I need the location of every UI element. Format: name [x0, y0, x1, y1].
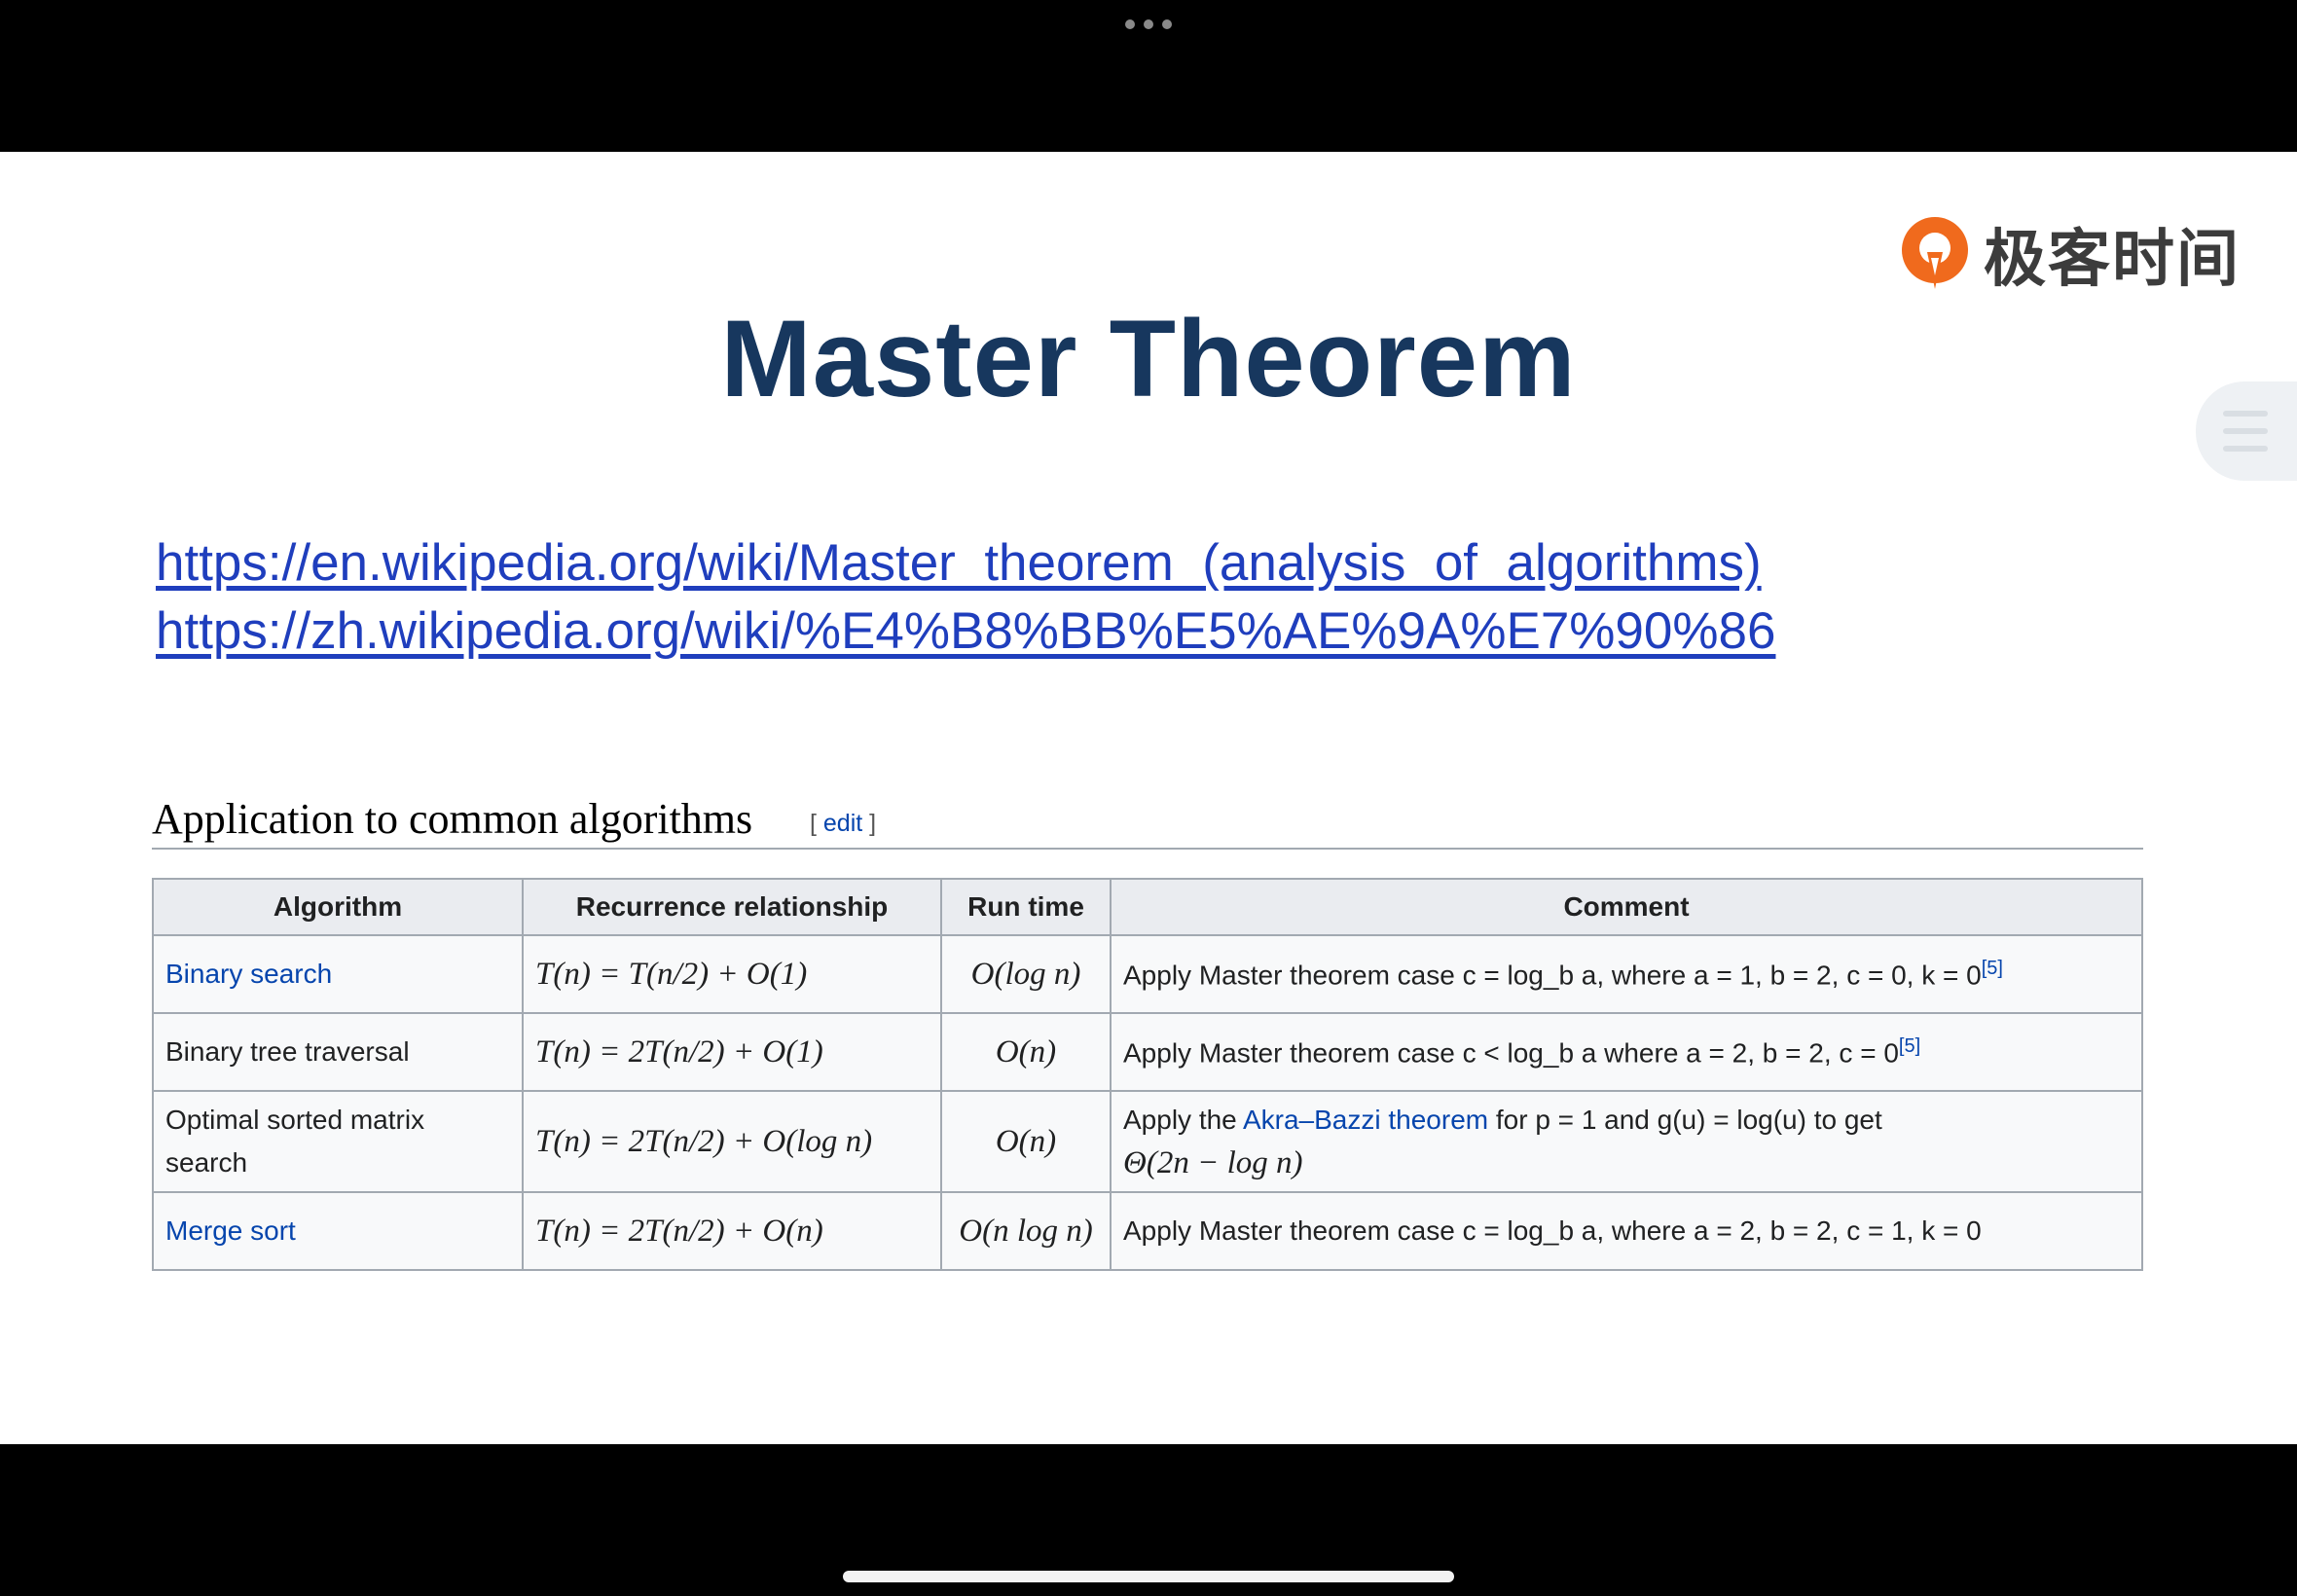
algorithms-table: Algorithm Recurrence relationship Run ti… [152, 878, 2143, 1271]
algorithm-link[interactable]: Binary search [152, 934, 524, 1014]
reference-link[interactable]: [5] [1899, 1035, 1920, 1057]
geektime-logo-icon [1902, 217, 1968, 289]
top-system-bar [0, 0, 2297, 152]
wikipedia-link-zh[interactable]: https://zh.wikipedia.org/wiki/%E4%B8%BB%… [156, 601, 1775, 661]
table-row: Optimal sorted matrix search T(n) = 2T(n… [152, 1090, 2143, 1193]
wikipedia-link-en[interactable]: https://en.wikipedia.org/wiki/Master_the… [156, 533, 1762, 593]
runtime-cell: O(n log n) [940, 1191, 1112, 1271]
comment-cell: Apply Master theorem case c < log_b a wh… [1110, 1012, 2143, 1092]
section-title: Application to common algorithms [152, 795, 753, 843]
header-comment: Comment [1110, 878, 2143, 936]
table-row: Binary tree traversal T(n) = 2T(n/2) + O… [152, 1012, 2143, 1092]
recurrence-cell: T(n) = 2T(n/2) + O(1) [522, 1012, 942, 1092]
recurrence-cell: T(n) = 2T(n/2) + O(log n) [522, 1090, 942, 1193]
more-options-icon[interactable] [1125, 18, 1172, 31]
recurrence-cell: T(n) = 2T(n/2) + O(n) [522, 1191, 942, 1271]
slide: 极客时间 Master Theorem https://en.wikipedia… [0, 152, 2297, 1444]
geektime-logo: 极客时间 [1898, 210, 2241, 298]
home-indicator[interactable] [843, 1571, 1454, 1582]
logo-text: 极客时间 [1984, 224, 2241, 296]
edit-link-label[interactable]: edit [823, 810, 862, 837]
section-divider [152, 848, 2143, 850]
slide-title: Master Theorem [720, 298, 1577, 419]
algorithm-name: Binary tree traversal [152, 1012, 524, 1092]
edit-link[interactable]: [ edit ] [810, 810, 876, 838]
header-runtime: Run time [940, 878, 1112, 936]
header-recurrence: Recurrence relationship [522, 878, 942, 936]
runtime-cell: O(n) [940, 1090, 1112, 1193]
comment-cell: Apply Master theorem case c = log_b a, w… [1110, 934, 2143, 1014]
runtime-cell: O(log n) [940, 934, 1112, 1014]
algorithm-name: Optimal sorted matrix search [152, 1090, 524, 1193]
akra-bazzi-link[interactable]: Akra–Bazzi theorem [1243, 1105, 1488, 1135]
comment-cell: Apply Master theorem case c = log_b a, w… [1110, 1191, 2143, 1271]
table-header-row: Algorithm Recurrence relationship Run ti… [152, 878, 2143, 936]
header-algorithm: Algorithm [152, 878, 524, 936]
table-row: Binary search T(n) = T(n/2) + O(1) O(log… [152, 934, 2143, 1014]
comment-cell: Apply the Akra–Bazzi theorem for p = 1 a… [1110, 1090, 2143, 1193]
recurrence-cell: T(n) = T(n/2) + O(1) [522, 934, 942, 1014]
table-row: Merge sort T(n) = 2T(n/2) + O(n) O(n log… [152, 1191, 2143, 1271]
algorithm-link[interactable]: Merge sort [152, 1191, 524, 1271]
runtime-cell: O(n) [940, 1012, 1112, 1092]
reference-link[interactable]: [5] [1982, 958, 2003, 979]
